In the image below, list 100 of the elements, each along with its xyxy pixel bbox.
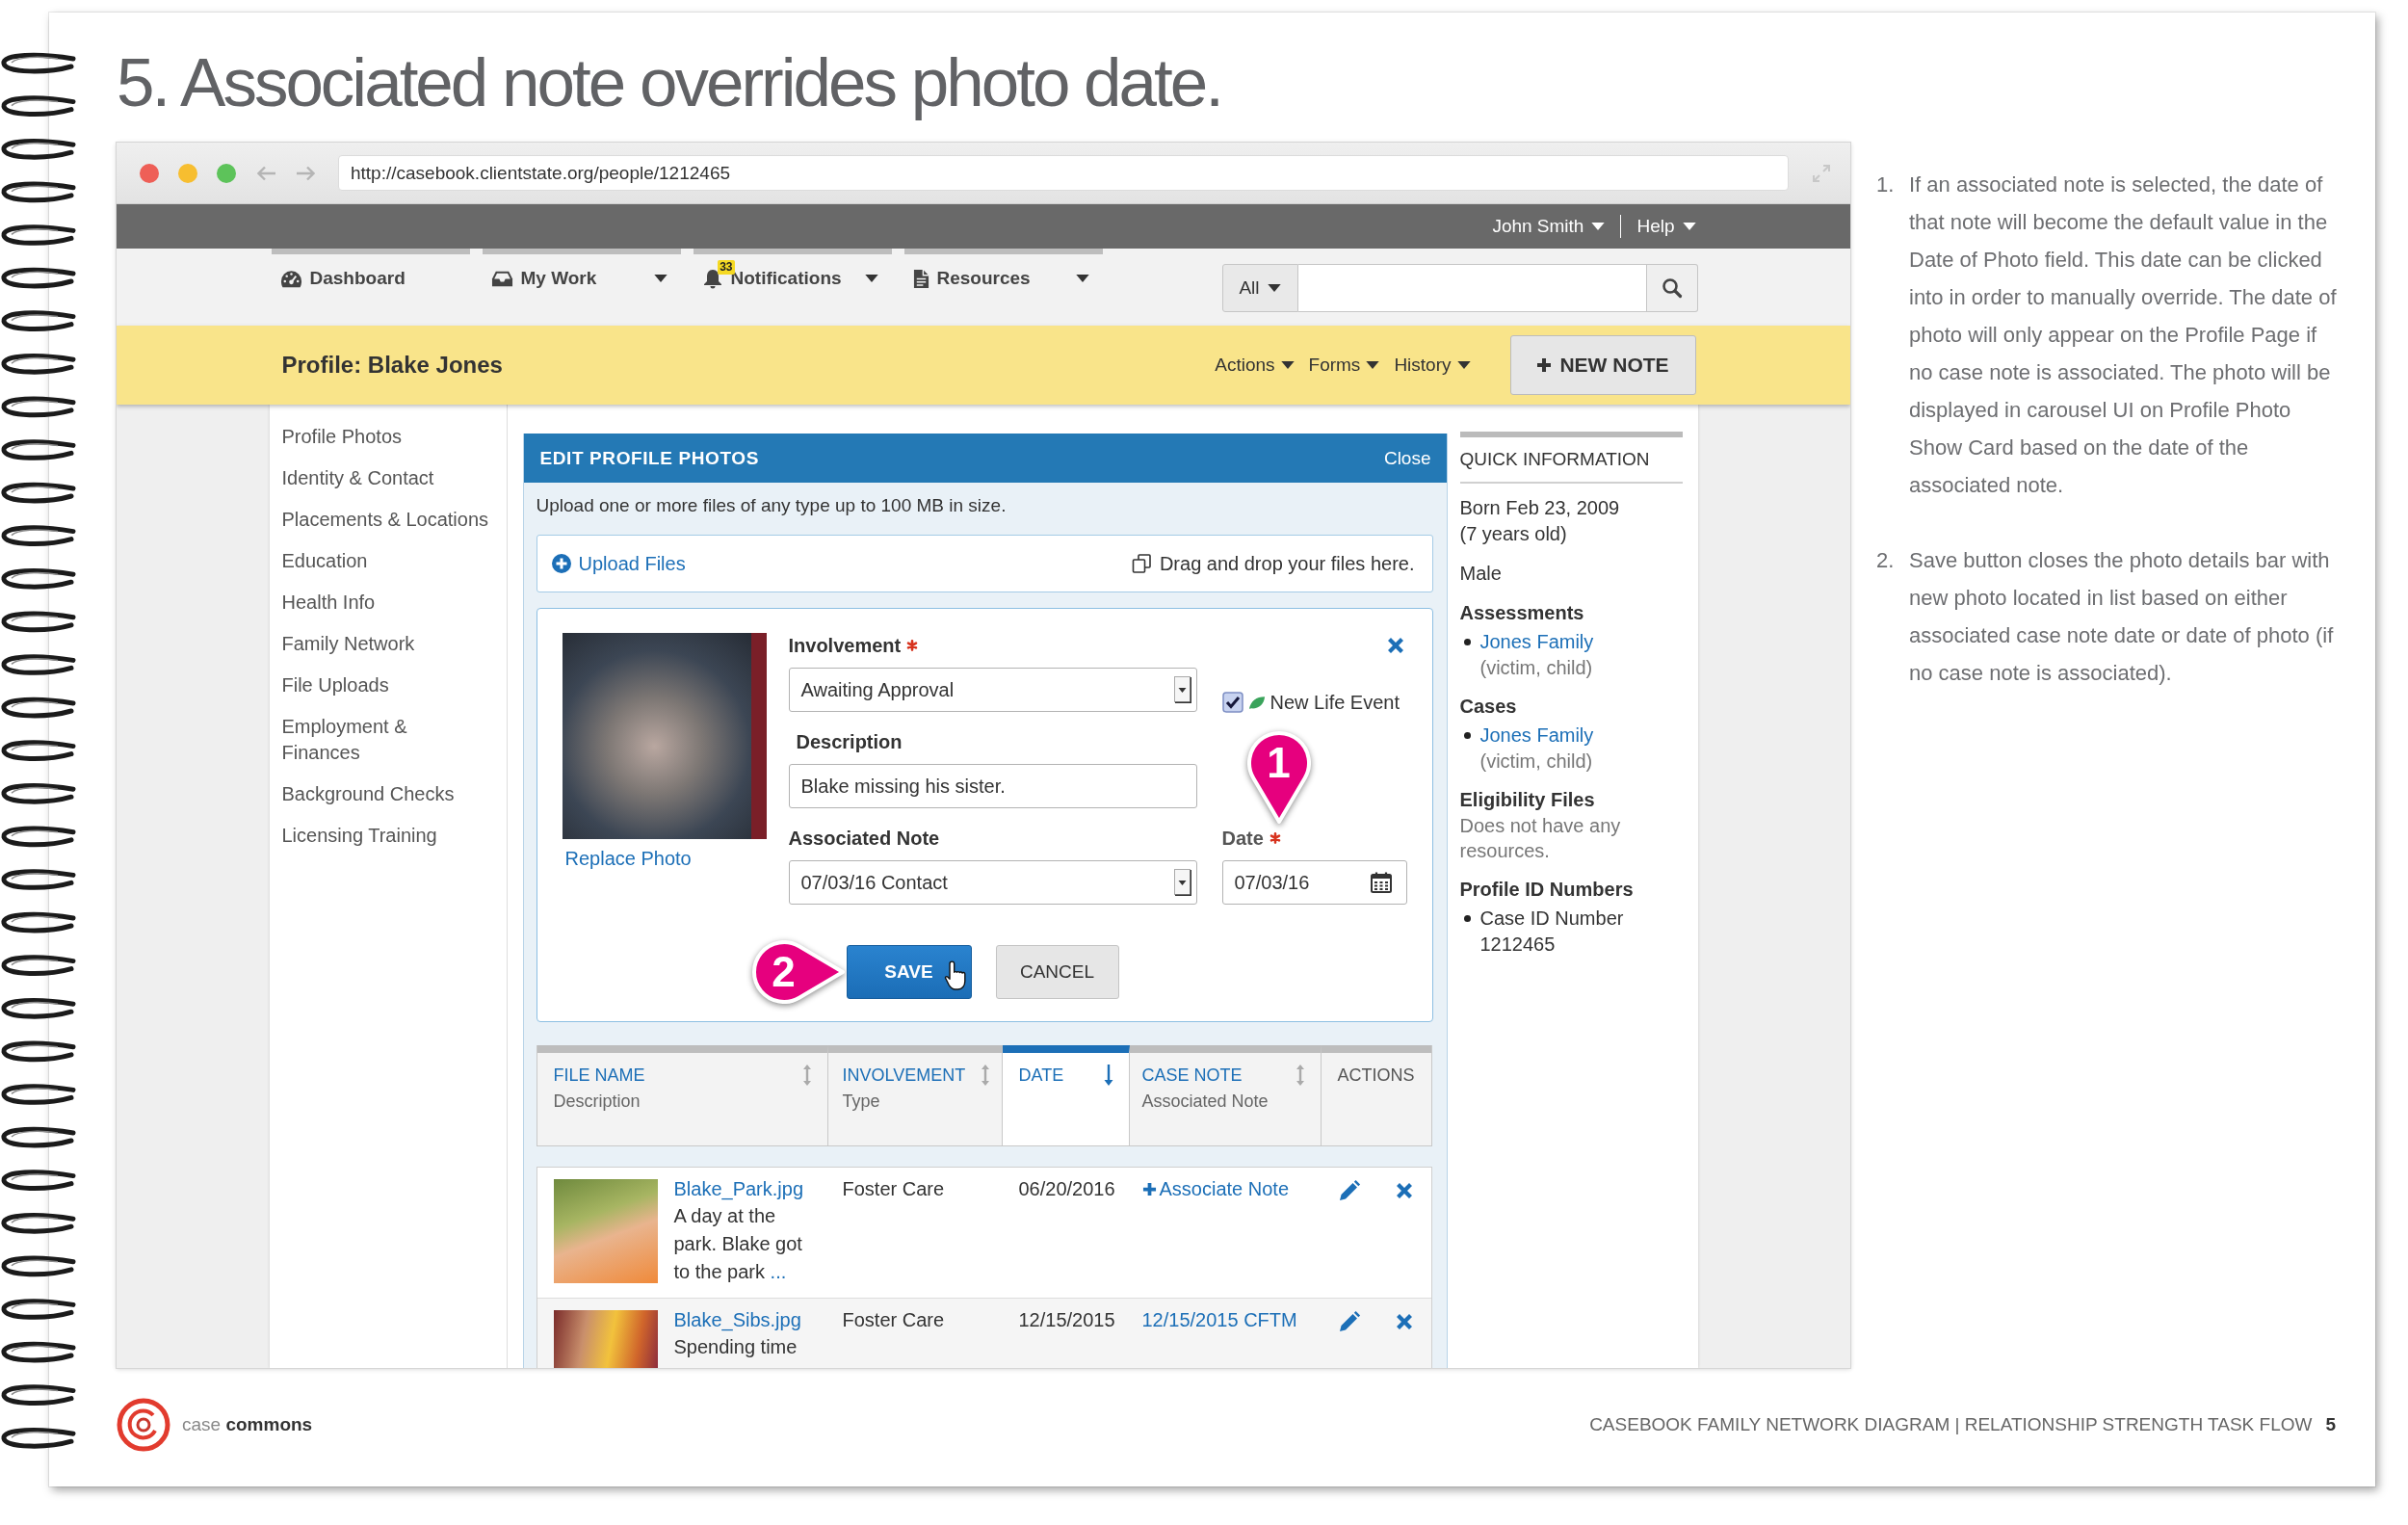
associate-note-link[interactable]: Associate Note xyxy=(1141,1175,1289,1202)
column-title[interactable]: INVOLVEMENT xyxy=(842,1064,966,1087)
field-label: Description xyxy=(796,730,903,753)
caret-icon xyxy=(1366,361,1380,369)
column-subtitle: Associated Note xyxy=(1141,1091,1269,1113)
help-menu[interactable]: Help xyxy=(1636,216,1696,237)
search-field[interactable] xyxy=(1297,264,1647,312)
nav-tab[interactable]: Dashboard xyxy=(271,249,470,302)
hand-cursor-icon xyxy=(943,960,969,992)
file-name-link[interactable]: Blake_Sibs.jpg xyxy=(673,1306,801,1333)
caret-icon xyxy=(1682,223,1696,230)
caret-icon xyxy=(1267,284,1281,292)
ring-logo-icon xyxy=(117,1397,170,1452)
gauge-icon xyxy=(279,269,302,288)
search-button[interactable] xyxy=(1646,264,1698,312)
window-close-icon[interactable] xyxy=(140,163,159,183)
photo-description: A day at the park. Blake got to the park ... xyxy=(673,1204,803,1284)
sidebar-link[interactable]: Employment & Finances xyxy=(281,714,407,766)
dropdown-menu[interactable]: History xyxy=(1394,355,1471,376)
search-scope-select[interactable]: All xyxy=(1221,264,1298,312)
section-heading: Profile ID Numbers xyxy=(1459,878,1634,902)
field-label: Involvement xyxy=(788,634,902,657)
sidebar-link[interactable]: Education xyxy=(281,548,368,574)
edit-pencil-icon[interactable] xyxy=(1337,1310,1361,1333)
upload-dropzone[interactable]: Upload Files Drag and drop your files here. xyxy=(536,535,1433,592)
sidebar-link[interactable]: Placements & Locations xyxy=(281,507,489,533)
bullet-icon xyxy=(1463,732,1471,739)
sidebar-link[interactable]: Profile Photos xyxy=(281,424,402,450)
plus-circle-icon xyxy=(551,554,571,573)
replace-photo-link[interactable]: Replace Photo xyxy=(564,847,692,870)
back-arrow-icon[interactable] xyxy=(257,165,276,181)
drop-hint-text: Drag and drop your files here. xyxy=(1159,552,1415,575)
table-cell: Foster Care xyxy=(842,1178,945,1199)
select-arrow-icon xyxy=(1173,676,1191,703)
file-name-link[interactable]: Blake_Park.jpg xyxy=(673,1175,804,1202)
close-link[interactable]: Close xyxy=(1383,447,1431,469)
bullet-icon xyxy=(1463,915,1471,922)
sidebar-link[interactable]: Background Checks xyxy=(281,781,455,807)
table-cell: 06/20/2016 xyxy=(1018,1178,1115,1199)
dropdown-select[interactable]: 07/03/16 Contact xyxy=(788,860,1197,905)
column-title[interactable]: FILE NAME xyxy=(553,1064,645,1087)
sort-icon[interactable] xyxy=(1295,1064,1305,1087)
record-link[interactable]: Jones Family xyxy=(1479,723,1594,749)
column-subtitle: Description xyxy=(553,1091,641,1113)
date-input[interactable]: 07/03/16 xyxy=(1221,860,1407,905)
new-note-button[interactable]: NEW NOTE xyxy=(1509,335,1696,395)
panel-title: EDIT PROFILE PHOTOS xyxy=(539,447,759,469)
sidebar-link[interactable]: Health Info xyxy=(281,590,376,616)
case-note-link[interactable]: 12/15/2015 CFTM xyxy=(1141,1306,1297,1333)
window-minimize-icon[interactable] xyxy=(178,163,197,183)
save-button[interactable]: SAVE xyxy=(846,945,972,999)
table-cell: Foster Care xyxy=(842,1309,945,1330)
calendar-icon xyxy=(1369,871,1393,894)
column-title[interactable]: DATE xyxy=(1018,1064,1064,1087)
field-label: Associated Note xyxy=(788,827,940,850)
dropdown-select[interactable]: Awaiting Approval xyxy=(788,668,1197,712)
column-subtitle: Type xyxy=(842,1091,880,1113)
section-heading: Cases xyxy=(1459,695,1517,719)
plus-icon xyxy=(1141,1181,1157,1196)
sort-descending-icon[interactable] xyxy=(1103,1064,1113,1087)
select-arrow-icon xyxy=(1173,869,1191,896)
sidebar-link[interactable]: Identity & Contact xyxy=(281,465,434,491)
document-icon xyxy=(912,268,929,289)
upload-hint: Upload one or more files of any type up to 100 MB in size. xyxy=(536,494,1007,517)
user-menu[interactable]: John Smith xyxy=(1492,216,1606,237)
checkbox-label: New Life Event xyxy=(1269,691,1400,714)
column-title[interactable]: CASE NOTE xyxy=(1141,1064,1243,1087)
dropdown-menu[interactable]: Actions xyxy=(1215,355,1295,376)
table-cell: 12/15/2015 xyxy=(1018,1309,1115,1330)
expand-icon[interactable] xyxy=(1812,163,1831,183)
sidebar-link[interactable]: File Uploads xyxy=(281,672,389,698)
edit-pencil-icon[interactable] xyxy=(1337,1179,1361,1202)
nav-tab[interactable]: My Work xyxy=(482,249,681,302)
record-link[interactable]: Jones Family xyxy=(1479,629,1594,655)
photo-description: Spending time xyxy=(673,1335,798,1359)
nav-tab[interactable]: Resources xyxy=(903,249,1103,302)
section-heading: Eligibility Files xyxy=(1459,788,1595,812)
info-text: Born Feb 23, 2009 xyxy=(1459,496,1620,520)
note-number: 2. xyxy=(1876,547,1896,574)
dropdown-menu[interactable]: Forms xyxy=(1308,355,1380,376)
field-label: Date xyxy=(1221,827,1264,850)
sidebar-link[interactable]: Licensing Training xyxy=(281,823,437,849)
checkbox[interactable] xyxy=(1221,692,1243,713)
read-more-link[interactable]: ... xyxy=(770,1261,787,1282)
address-field[interactable]: http://casebook.clientstate.org/people/1212465 xyxy=(338,155,1789,191)
note-text: If an associated note is selected, the date of that note will become the default value in the Date of Photo field. This date can be clicked into in order to manually override. The date of photo will only appear on the Profile Page if no case note is associated. The photo will be displayed in carousel UI on Profile Photo Show Card based on the date of the associated note. xyxy=(1909,171,2338,499)
sort-icon[interactable] xyxy=(801,1064,812,1087)
sort-icon[interactable] xyxy=(980,1064,990,1087)
window-zoom-icon[interactable] xyxy=(217,163,236,183)
upload-files-link[interactable]: Upload Files xyxy=(551,552,686,575)
note-text: Save button closes the photo details bar with new photo located in list based on either associated case note date or date of photo (if no case note is associated). xyxy=(1909,547,2335,687)
profile-title: Profile: Blake Jones xyxy=(281,352,503,379)
cancel-button[interactable]: CANCEL xyxy=(995,945,1119,999)
column-title: ACTIONS xyxy=(1337,1065,1415,1087)
forward-arrow-icon[interactable] xyxy=(296,165,315,181)
info-text: 1212465 xyxy=(1479,933,1556,957)
sidebar-link[interactable]: Family Network xyxy=(281,631,415,657)
info-text: Male xyxy=(1459,562,1502,586)
note-number: 1. xyxy=(1876,171,1896,198)
text-input[interactable]: Blake missing his sister. xyxy=(788,764,1197,808)
